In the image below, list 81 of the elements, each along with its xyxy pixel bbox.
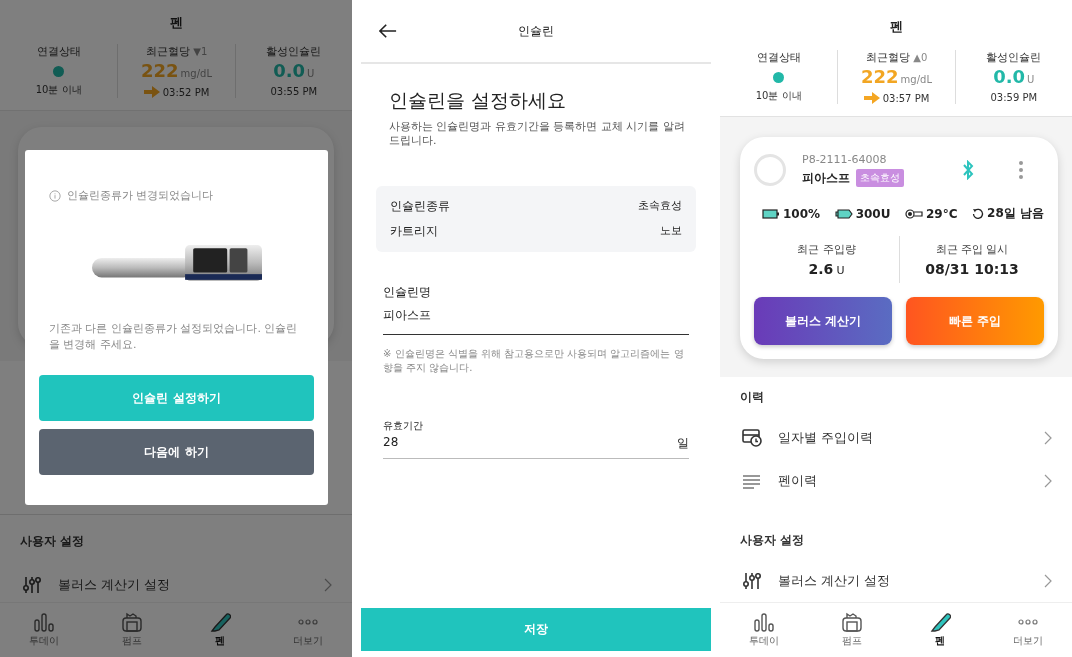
section-title: 사용자 설정 [739, 532, 806, 549]
chevron-icon [1044, 473, 1052, 488]
pump-icon [121, 612, 143, 632]
stat-label: 연결상태 [36, 44, 81, 59]
chevron-icon [1044, 430, 1052, 445]
insulin-name-field[interactable]: 인슐린명 피아스프 [383, 284, 689, 335]
stat-time: 03:57 PM [882, 92, 930, 104]
menu-item[interactable]: 볼러스 계산기 설정 [720, 559, 1072, 602]
stat-label: 연결상태 [756, 50, 801, 65]
stat-time: 03:55 PM [270, 86, 318, 97]
info-label: 인슐린종류 [390, 198, 450, 215]
arrow-icon [863, 92, 880, 104]
dialog-title: 인슐린종류가 변경되었습니다 [67, 188, 214, 203]
bar-chart-icon [33, 612, 55, 632]
bar-chart-icon [753, 612, 775, 632]
section-title: 사용자 설정 [0, 514, 352, 568]
expiry-period-field[interactable]: 유효기간 28 일 [383, 419, 689, 459]
status-value: 29°C [926, 206, 958, 221]
dialog-message: 기존과 다른 인슐린종류가 설정되었습니다. 인슐린을 변경해 주세요. [48, 321, 299, 353]
nav-tab[interactable]: 펜 [896, 603, 984, 657]
screen-title: 인슐린 [518, 22, 554, 40]
status-value: 300U [855, 206, 891, 221]
nav-tab[interactable]: 펜 [176, 603, 264, 657]
calendar-clock-icon [742, 428, 762, 447]
pump-icon [841, 612, 863, 632]
menu-item[interactable]: 일자별 주입이력 [720, 416, 1072, 459]
pen-icon [209, 612, 231, 632]
stat-label: 최근혈당 ▲0 [865, 50, 928, 65]
back-arrow-icon[interactable] [379, 23, 397, 39]
section-title: 이력 [739, 389, 765, 406]
insulin-name: 피아스프 [802, 169, 850, 187]
insulin-value: 0.0 U [273, 61, 315, 83]
stat-time: 03:52 PM [162, 86, 210, 98]
note-text: ※ 인슐린명은 식별을 위해 참고용으로만 사용되며 알고리즘에는 영향을 주지 않습니다. [383, 347, 685, 375]
battery-icon [762, 208, 780, 219]
stat-time: 10분 이내 [755, 89, 802, 103]
status-value: 100% [783, 206, 821, 221]
ring-icon [754, 154, 786, 186]
pen-icon [929, 612, 951, 632]
form-heading: 인슐린을 설정하세요 [389, 88, 568, 113]
serial-number: P8-2111-64008 [802, 153, 888, 166]
nav-tab[interactable]: 더보기 [984, 603, 1072, 657]
info-value: 초속효성 [638, 198, 682, 214]
info-label: 카트리지 [390, 223, 438, 240]
metric-label: 최근 주입량 [797, 242, 856, 257]
refresh-icon [972, 207, 985, 220]
chevron-icon [1044, 573, 1052, 588]
nav-tab[interactable]: 더보기 [264, 603, 352, 657]
sliders-icon [742, 571, 762, 590]
nav-tab[interactable]: 투데이 [720, 603, 808, 657]
stat-label: 활성인슐린 [266, 44, 322, 59]
insulin-type-tag: 초속효성 [856, 169, 904, 187]
bolus-calculator-button[interactable]: 볼러스 계산기 [754, 297, 892, 345]
stat-label: 최근혈당 ▼1 [145, 44, 208, 59]
info-value: 노보 [660, 223, 682, 239]
thermometer-icon [905, 208, 923, 219]
metric-value: 2.6 U [808, 261, 845, 277]
status-value: 28일 남음 [987, 205, 1044, 222]
nav-tab[interactable]: 펌프 [88, 603, 176, 657]
menu-item[interactable]: 볼러스 계산기 설정 [0, 568, 352, 602]
more-options-icon[interactable] [1018, 160, 1024, 180]
cartridge-icon [834, 208, 853, 219]
screen-title: 펜 [169, 14, 183, 32]
menu-item[interactable]: 펜이력 [720, 459, 1072, 502]
stat-time: 03:59 PM [990, 92, 1038, 103]
insulin-value: 0.0 U [993, 67, 1035, 89]
metric-label: 최근 주입 일시 [935, 242, 1009, 257]
nav-tab[interactable]: 투데이 [0, 603, 88, 657]
chevron-icon [324, 578, 332, 592]
form-description: 사용하는 인슐린명과 유효기간을 등록하면 교체 시기를 알려드립니다. [389, 120, 686, 148]
metric-value: 08/31 10:13 [925, 261, 1019, 277]
glucose-value: 222 mg/dL [141, 61, 212, 83]
sliders-icon [22, 576, 42, 594]
screen-title: 펜 [889, 18, 903, 36]
info-icon [49, 189, 61, 202]
stat-time: 10분 이내 [35, 83, 82, 97]
stat-label: 활성인슐린 [986, 50, 1042, 65]
glucose-value: 222 mg/dL [861, 67, 932, 89]
arrow-icon [143, 86, 160, 98]
later-button[interactable]: 다음에 하기 [39, 429, 314, 475]
nav-tab[interactable]: 펌프 [808, 603, 896, 657]
